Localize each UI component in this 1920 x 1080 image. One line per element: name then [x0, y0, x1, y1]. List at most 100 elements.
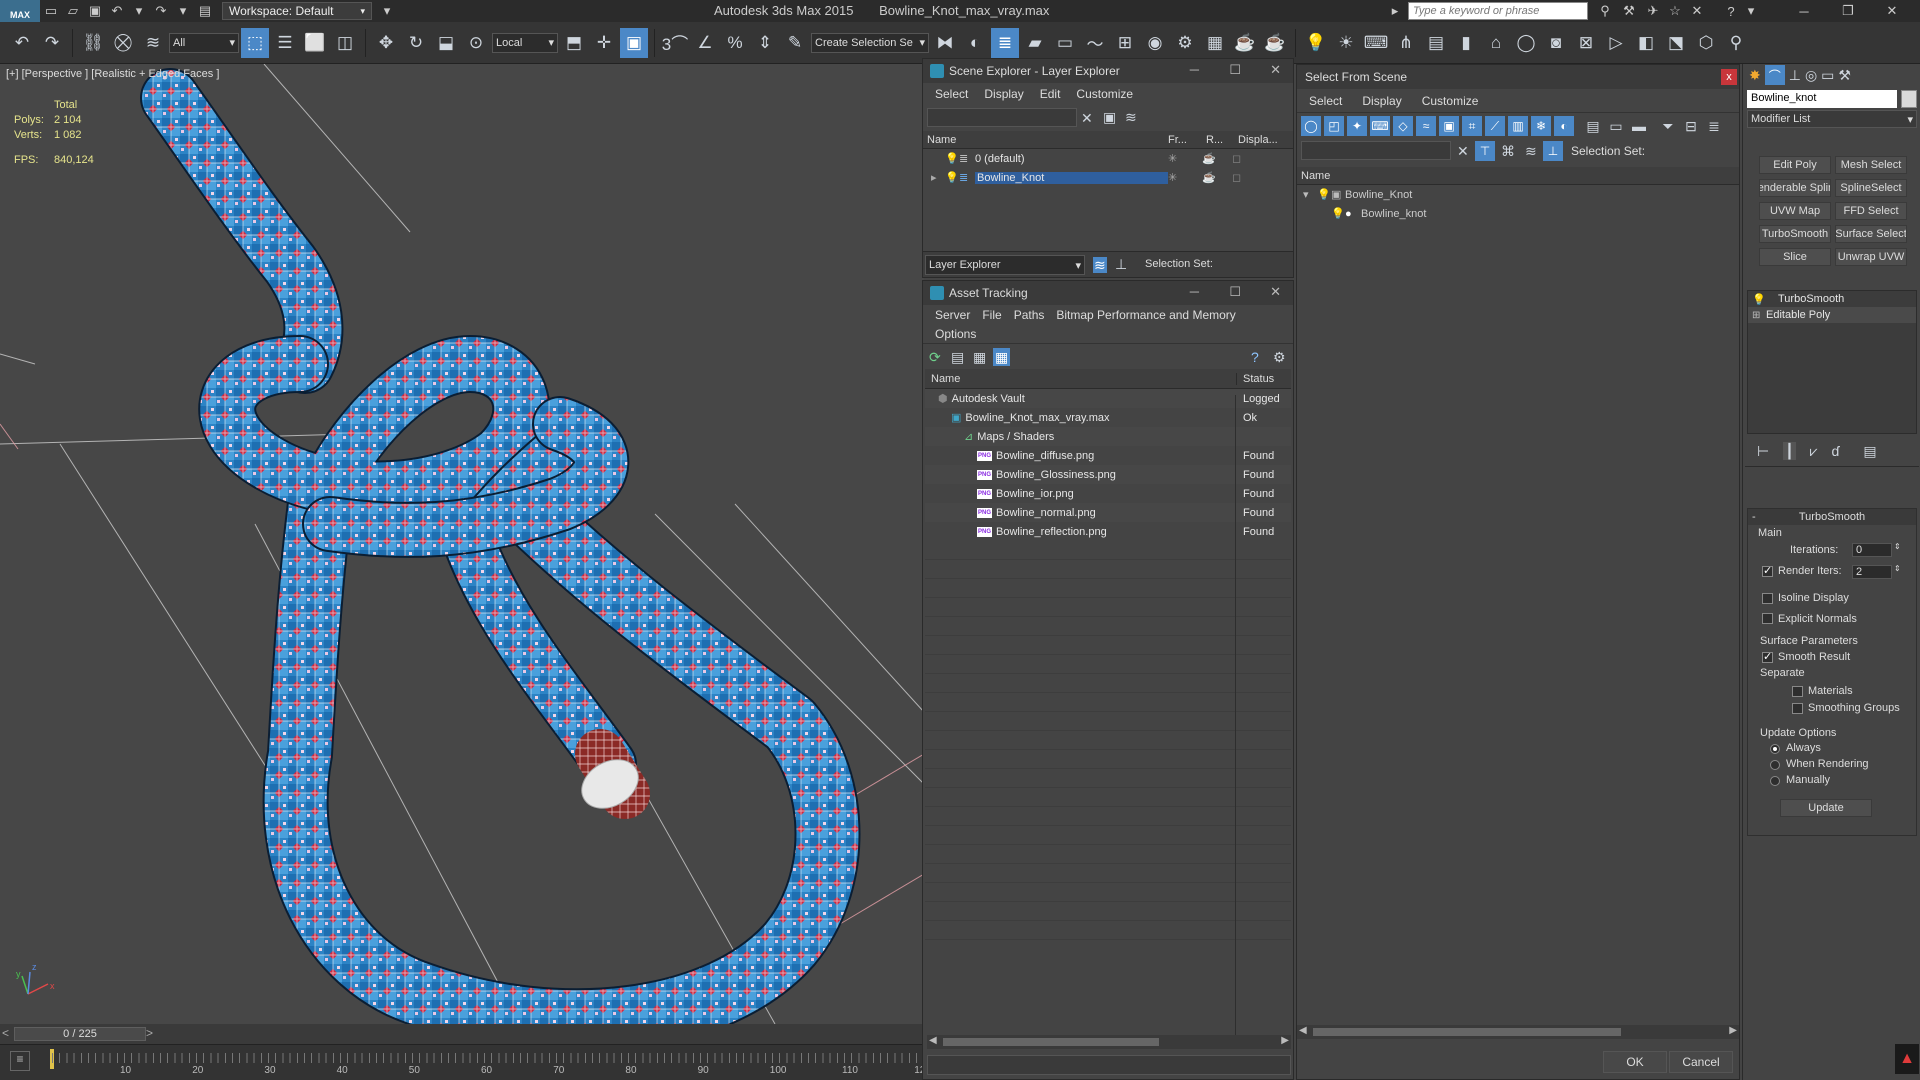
- time-slider-prev[interactable]: <: [2, 1026, 9, 1040]
- search-scope-icon[interactable]: ▸: [1384, 1, 1406, 21]
- select-and-link-icon[interactable]: ⛓: [79, 28, 107, 58]
- hierarchy-view-icon[interactable]: ⊟: [1681, 116, 1701, 136]
- menu-options[interactable]: Options: [935, 327, 976, 341]
- always-radio[interactable]: [1770, 744, 1780, 754]
- selection-filter-dropdown[interactable]: All ▾: [169, 32, 239, 53]
- scene-tree-row[interactable]: 💡 ● Bowline_knot: [1297, 204, 1739, 223]
- when-rendering-radio[interactable]: [1770, 760, 1780, 770]
- col-freeze-header[interactable]: Fr...: [1168, 134, 1206, 146]
- expand-arrow-icon[interactable]: ▸: [931, 171, 945, 184]
- expand-plus-icon[interactable]: ⊞: [1752, 310, 1762, 321]
- snaps-toggle-icon[interactable]: 3⌒: [661, 28, 689, 58]
- stack-item-editable-poly[interactable]: ⊞ Editable Poly: [1748, 307, 1916, 323]
- select-and-scale-icon[interactable]: ⬓: [432, 28, 460, 58]
- edit-named-selection-icon[interactable]: ✎: [781, 28, 809, 58]
- rendered-frame-window-icon[interactable]: ▦: [1201, 28, 1229, 58]
- menu-display[interactable]: Display: [984, 87, 1023, 101]
- asset-row[interactable]: ▣ Bowline_Knot_max_vray.max Ok: [925, 408, 1291, 427]
- select-from-scene-titlebar[interactable]: Select From Scene x: [1297, 65, 1739, 89]
- undo-dropdown-icon[interactable]: ▾: [128, 1, 150, 21]
- menu-customize[interactable]: Customize: [1422, 94, 1479, 108]
- menu-select[interactable]: Select: [935, 87, 968, 101]
- window-crossing-icon[interactable]: ◫: [331, 28, 359, 58]
- layer-row[interactable]: 💡 ≣ 0 (default) ✳ ☕ ◻: [923, 149, 1293, 168]
- scene-tree-row[interactable]: ▾ 💡 ▣ Bowline_Knot: [1297, 185, 1739, 204]
- perspective-viewport[interactable]: [+] [Perspective ] [Realistic + Edged Fa…: [0, 64, 924, 1024]
- reference-coordinate-dropdown[interactable]: Local ▾: [492, 32, 558, 53]
- binoculars-icon[interactable]: ⚲: [1594, 1, 1616, 21]
- freeze-icon[interactable]: ✳: [1168, 171, 1202, 184]
- select-by-name-icon[interactable]: ☰: [271, 28, 299, 58]
- sync-selection-icon[interactable]: ⌘: [1501, 144, 1515, 158]
- materials-checkbox[interactable]: [1792, 686, 1803, 697]
- redo-icon[interactable]: ↷: [38, 28, 66, 58]
- collapse-arrow-icon[interactable]: ▾: [1303, 188, 1317, 201]
- scroll-left-icon[interactable]: ◀: [1299, 1025, 1307, 1036]
- scroll-right-icon[interactable]: ▶: [1729, 1025, 1737, 1036]
- stack-item-turbosmooth[interactable]: 💡 TurboSmooth: [1748, 291, 1916, 307]
- create-tab-icon[interactable]: ✸: [1749, 68, 1761, 82]
- display-all-icon[interactable]: ▤: [1583, 116, 1603, 136]
- unlink-selection-icon[interactable]: ⛒: [109, 28, 137, 58]
- layer-options-icon[interactable]: ≋: [1125, 110, 1137, 124]
- subscription-icon[interactable]: ✈: [1642, 1, 1664, 21]
- modifier-button-uvw-map[interactable]: UVW Map: [1759, 202, 1831, 220]
- scrollbar-thumb[interactable]: [943, 1038, 1159, 1046]
- scene-explorer-titlebar[interactable]: Scene Explorer - Layer Explorer ─ ☐ ✕: [923, 59, 1293, 83]
- settings-icon[interactable]: ⚙: [1273, 350, 1286, 364]
- modifier-button-turbosmooth[interactable]: TurboSmooth: [1759, 225, 1831, 243]
- modifier-button-ffd-select[interactable]: FFD Select: [1835, 202, 1907, 220]
- collapse-all-icon[interactable]: ≣: [1704, 116, 1724, 136]
- help-dropdown-icon[interactable]: ▾: [1740, 1, 1762, 21]
- col-display-header[interactable]: Displa...: [1238, 134, 1288, 146]
- modifier-button-slice[interactable]: Slice: [1759, 248, 1831, 266]
- close-window-icon[interactable]: ✕: [1874, 0, 1910, 22]
- menu-select[interactable]: Select: [1309, 94, 1342, 108]
- rollout-header[interactable]: - TurboSmooth: [1748, 509, 1916, 525]
- undo-icon[interactable]: ↶: [8, 28, 36, 58]
- pin-stack-icon[interactable]: ⊢: [1757, 444, 1769, 458]
- align-icon[interactable]: ◐: [961, 28, 989, 58]
- save-file-icon[interactable]: ▣: [84, 1, 106, 21]
- rectangular-selection-icon[interactable]: ⬜: [301, 28, 329, 58]
- schematic-view-icon[interactable]: ⊞: [1111, 28, 1139, 58]
- vray-camera-icon[interactable]: ⌨: [1362, 28, 1390, 58]
- object-name-field[interactable]: Bowline_knot: [1747, 90, 1897, 108]
- redo-dropdown-icon[interactable]: ▾: [172, 1, 194, 21]
- layer-row[interactable]: ▸ 💡 ≣ Bowline_Knot ✳ ☕ ◻: [923, 168, 1293, 187]
- minimize-icon[interactable]: ─: [1190, 284, 1199, 299]
- invert-display-icon[interactable]: ▬: [1629, 116, 1649, 136]
- sort-by-hierarchy-icon[interactable]: ⊥: [1115, 257, 1127, 271]
- modifier-button-surface-select[interactable]: Surface Select: [1835, 225, 1907, 243]
- mirror-icon[interactable]: ⧓: [931, 28, 959, 58]
- time-slider[interactable]: < 0 / 225 >: [0, 1024, 924, 1044]
- app-logo[interactable]: MAX: [0, 0, 40, 22]
- curve-editor-icon[interactable]: 〜: [1081, 28, 1109, 58]
- sort-by-layer-icon[interactable]: ≋: [1093, 257, 1107, 273]
- layers-icon[interactable]: ≋: [1525, 144, 1537, 158]
- vray-plane-icon[interactable]: ▮: [1452, 28, 1480, 58]
- asset-row[interactable]: PNG Bowline_reflection.png Found: [925, 522, 1291, 541]
- bowline-knot-mesh[interactable]: [140, 68, 861, 1024]
- toggle-layer-explorer-icon[interactable]: ▰: [1021, 28, 1049, 58]
- render-iterative-icon[interactable]: ☕: [1261, 28, 1289, 58]
- close-dialog-button[interactable]: x: [1721, 69, 1737, 85]
- redo-quick-icon[interactable]: ↷: [150, 1, 172, 21]
- vray-lister-icon[interactable]: ⊠: [1572, 28, 1600, 58]
- time-slider-thumb[interactable]: 0 / 225: [14, 1027, 146, 1041]
- time-slider-next[interactable]: >: [146, 1026, 153, 1040]
- project-folder-icon[interactable]: ▤: [194, 1, 216, 21]
- open-file-icon[interactable]: ▱: [62, 1, 84, 21]
- modifier-button-edit-poly[interactable]: Edit Poly: [1759, 156, 1831, 174]
- exchange-icon[interactable]: ✕: [1686, 1, 1708, 21]
- asset-row[interactable]: PNG Bowline_ior.png Found: [925, 484, 1291, 503]
- light-bulb-icon[interactable]: 💡: [1317, 188, 1331, 201]
- filter-options-icon[interactable]: ▣: [1103, 110, 1116, 124]
- collapse-minus-icon[interactable]: -: [1752, 509, 1756, 525]
- display-none-icon[interactable]: ▭: [1606, 116, 1626, 136]
- keyboard-shortcut-override-icon[interactable]: ▣: [620, 27, 648, 58]
- col-name-header[interactable]: Name: [925, 372, 1237, 385]
- select-manipulate-icon[interactable]: ✛: [590, 28, 618, 58]
- modifier-button-splineselect[interactable]: SplineSelect: [1835, 179, 1907, 197]
- pivot-center-icon[interactable]: ⬒: [560, 28, 588, 58]
